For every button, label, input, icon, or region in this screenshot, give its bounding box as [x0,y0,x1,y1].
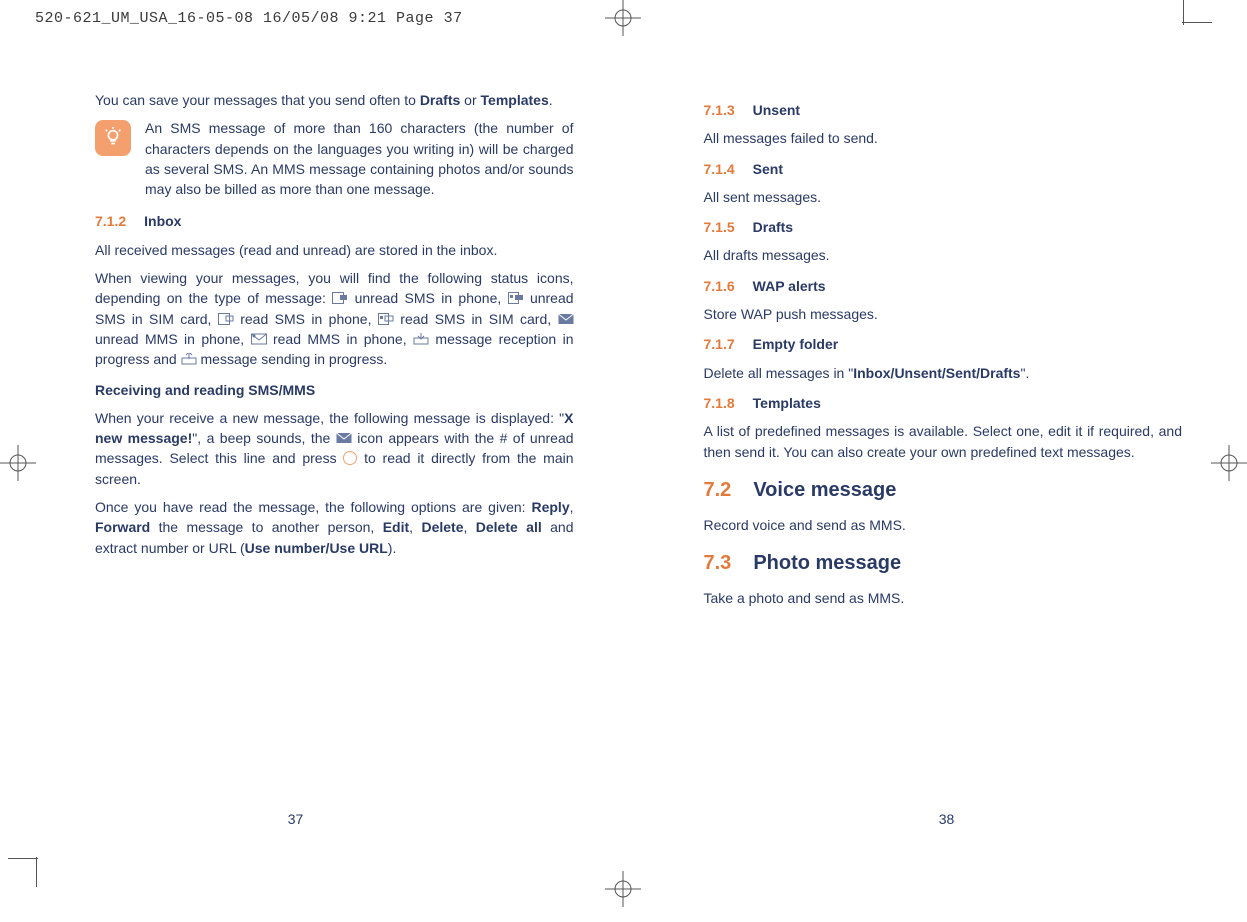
receiving-paragraph-1: When your receive a new message, the fol… [95,408,574,489]
note-text: An SMS message of more than 160 characte… [145,118,574,199]
read-sms-sim-icon [378,313,394,325]
page-right: 7.1.3Unsent All messages failed to send.… [704,90,1183,616]
registration-mark-bottom-icon [605,871,641,907]
read-mms-phone-icon [251,333,267,345]
status-icons-paragraph: When viewing your messages, you will fin… [95,268,574,369]
inbox-paragraph-1: All received messages (read and unread) … [95,240,574,260]
lightbulb-icon [95,120,131,156]
msg-receive-progress-icon [413,333,429,345]
body-7-1-8: A list of predefined messages is availab… [704,421,1183,462]
page-spread: You can save your messages that you send… [95,90,1182,616]
body-7-3: Take a photo and send as MMS. [704,588,1183,608]
registration-mark-right-icon [1211,445,1247,481]
heading-7-1-3: 7.1.3Unsent [704,100,1183,120]
receiving-paragraph-2: Once you have read the message, the foll… [95,497,574,558]
heading-7-2: 7.2Voice message [704,476,1183,505]
registration-mark-top-icon [605,0,641,36]
heading-7-1-8: 7.1.8Templates [704,393,1183,413]
msg-send-progress-icon [181,353,197,365]
heading-7-1-5: 7.1.5Drafts [704,217,1183,237]
unread-sms-phone-icon [332,292,348,304]
unread-mms-phone-icon [558,313,574,325]
page-numbers: 37 38 [0,811,1247,827]
heading-7-1-6: 7.1.6WAP alerts [704,276,1183,296]
note-box: An SMS message of more than 160 characte… [95,118,574,199]
page-number-left: 37 [0,811,621,827]
body-7-1-5: All drafts messages. [704,245,1183,265]
registration-mark-left-icon [0,445,36,481]
print-slug: 520-621_UM_USA_16-05-08 16/05/08 9:21 Pa… [35,10,463,27]
body-7-1-7: Delete all messages in "Inbox/Unsent/Sen… [704,363,1183,383]
read-sms-phone-icon [218,313,234,325]
ok-key-icon [343,451,357,465]
receiving-heading: Receiving and reading SMS/MMS [95,380,574,400]
heading-7-1-7: 7.1.7Empty folder [704,334,1183,354]
page-number-right: 38 [621,811,1247,827]
page-left: You can save your messages that you send… [95,90,574,616]
crop-mark-bottom-left [8,857,38,887]
body-7-1-4: All sent messages. [704,187,1183,207]
unread-sms-sim-icon [508,292,524,304]
heading-7-3: 7.3Photo message [704,549,1183,578]
intro-paragraph: You can save your messages that you send… [95,90,574,110]
body-7-1-6: Store WAP push messages. [704,304,1183,324]
heading-7-1-4: 7.1.4Sent [704,159,1183,179]
heading-7-1-2: 7.1.2Inbox [95,211,574,231]
body-7-1-3: All messages failed to send. [704,128,1183,148]
crop-mark-top-right [1182,0,1212,25]
envelope-icon [336,432,352,444]
body-7-2: Record voice and send as MMS. [704,515,1183,535]
